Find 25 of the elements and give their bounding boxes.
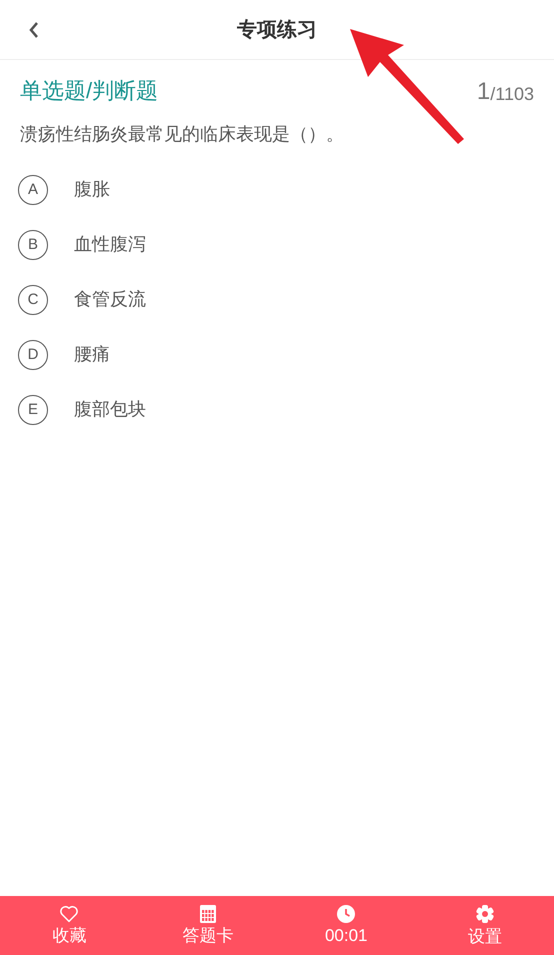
clock-icon	[337, 904, 356, 922]
back-icon	[28, 21, 40, 39]
answer-option[interactable]: C 食管反流	[0, 272, 554, 327]
current-number: 1	[476, 77, 490, 107]
option-text: 食管反流	[74, 288, 146, 311]
answer-option[interactable]: A 腹胀	[0, 162, 554, 217]
page-title: 专项练习	[237, 18, 317, 42]
option-letter: A	[18, 174, 48, 204]
option-letter: E	[18, 394, 48, 424]
answer-option[interactable]: D 腰痛	[0, 327, 554, 382]
option-text: 血性腹泻	[74, 233, 146, 256]
option-text: 腹胀	[74, 178, 110, 201]
answer-option[interactable]: B 血性腹泻	[0, 217, 554, 272]
question-type: 单选题/判断题	[20, 77, 158, 105]
option-text: 腹部包块	[74, 398, 146, 421]
question-text: 溃疡性结肠炎最常见的临床表现是（）。	[19, 123, 345, 146]
option-text: 腰痛	[74, 343, 110, 366]
answer-option[interactable]: E 腹部包块	[0, 382, 554, 437]
option-letter: C	[18, 284, 48, 314]
grid-icon	[200, 904, 216, 922]
option-letter: D	[18, 340, 48, 370]
total-count: /1103	[490, 83, 534, 106]
gear-icon	[474, 904, 495, 924]
heart-icon	[59, 904, 80, 922]
option-letter: B	[18, 230, 48, 260]
